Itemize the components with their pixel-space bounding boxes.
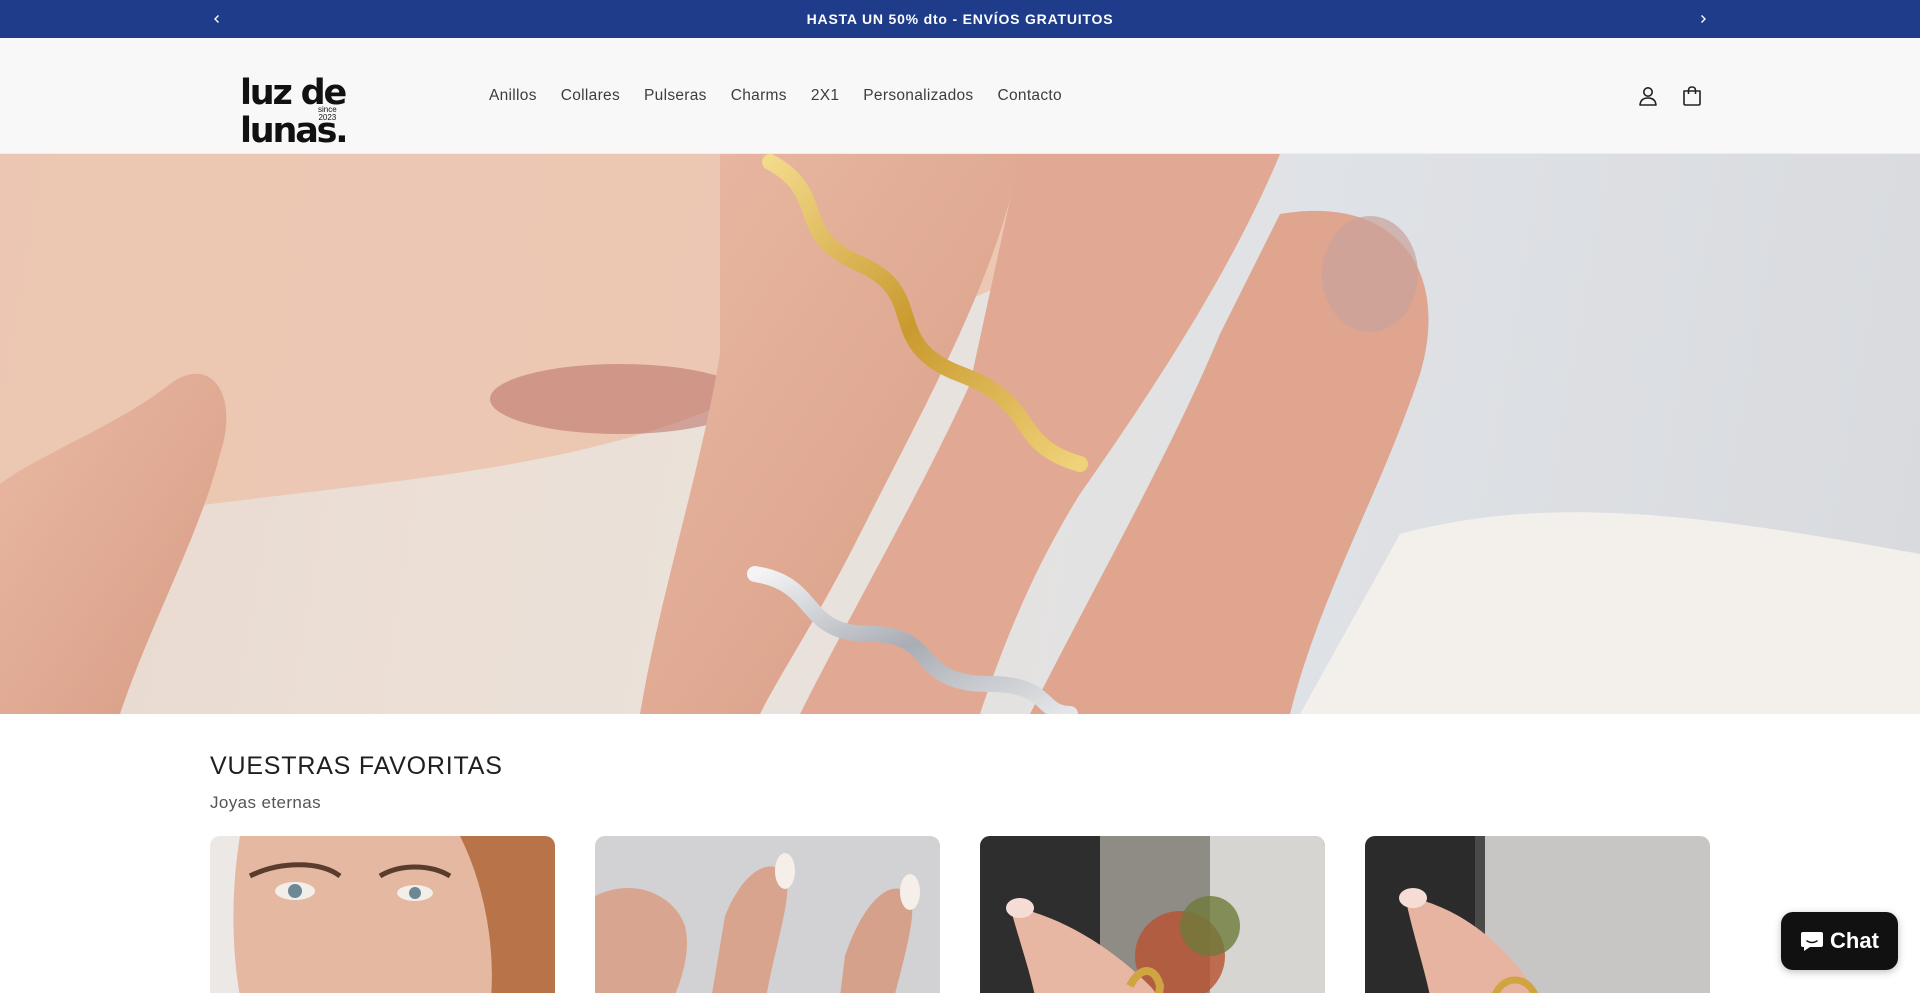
hero-image <box>0 154 1920 714</box>
product-grid <box>210 836 1710 993</box>
hero-banner <box>0 154 1920 714</box>
chat-label: Chat <box>1830 928 1879 953</box>
product-image-woman-portrait <box>210 836 555 993</box>
chevron-right-icon <box>1701 15 1706 23</box>
section-title: VUESTRAS FAVORITAS <box>210 752 503 780</box>
section-subtitle: Joyas eternas <box>210 793 322 812</box>
chat-bubble-icon <box>1801 932 1824 951</box>
announcement-next-button[interactable] <box>1688 0 1718 38</box>
nav-item-charms[interactable]: Charms <box>719 79 799 113</box>
nav-item-collares[interactable]: Collares <box>549 79 632 113</box>
user-icon <box>1639 87 1657 106</box>
chat-button[interactable]: Chat <box>1781 912 1898 970</box>
nav-item-pulseras[interactable]: Pulseras <box>632 79 719 113</box>
product-card[interactable] <box>595 836 940 993</box>
announcement-bar: HASTA UN 50% dto - ENVÍOS GRATUITOS <box>0 0 1920 38</box>
logo[interactable]: luz de lunas. since 2023 <box>240 74 420 150</box>
main-nav: Anillos Collares Pulseras Charms 2X1 Per… <box>477 38 1074 154</box>
logo-since-year: 2023 <box>318 113 337 122</box>
announcement-message: HASTA UN 50% dto - ENVÍOS GRATUITOS <box>806 11 1114 27</box>
nav-item-contacto[interactable]: Contacto <box>985 79 1073 113</box>
product-image-gold-ring-outdoor <box>980 836 1325 993</box>
cart-button[interactable] <box>1678 82 1706 110</box>
account-button[interactable] <box>1634 82 1662 110</box>
nav-item-anillos[interactable]: Anillos <box>477 79 549 113</box>
nav-item-2x1[interactable]: 2X1 <box>799 79 851 113</box>
cart-icon <box>1683 86 1701 106</box>
product-card[interactable] <box>980 836 1325 993</box>
product-card[interactable] <box>210 836 555 993</box>
logo-since: since 2023 <box>318 106 337 122</box>
product-card[interactable] <box>1365 836 1710 993</box>
nav-item-personalizados[interactable]: Personalizados <box>851 79 985 113</box>
site-header: luz de lunas. since 2023 Anillos Collare… <box>0 38 1920 154</box>
product-image-gold-ring-window <box>1365 836 1710 993</box>
product-image-manicured-hands <box>595 836 940 993</box>
